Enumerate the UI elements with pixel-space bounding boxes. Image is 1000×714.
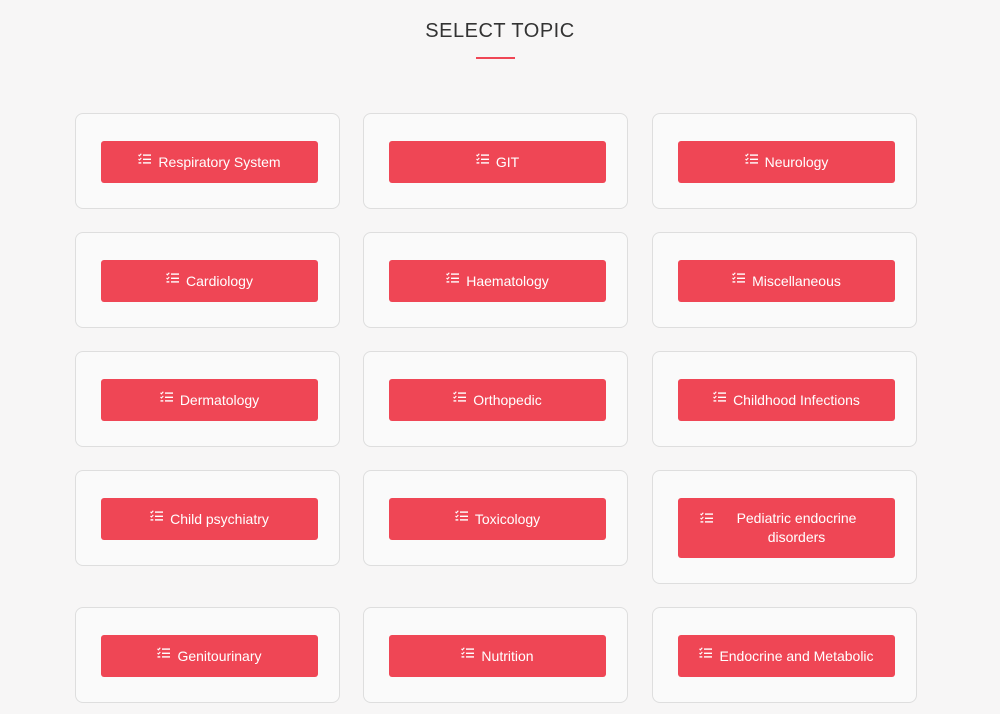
topic-card: Dermatology [75, 351, 340, 447]
topic-button-git[interactable]: GIT [389, 141, 606, 183]
topic-card: Endocrine and Metabolic [652, 607, 917, 703]
topic-card: Pediatric endocrine disorders [652, 470, 917, 584]
topic-card: Genitourinary [75, 607, 340, 703]
topic-card: Neurology [652, 113, 917, 209]
list-check-icon [713, 390, 727, 402]
list-check-icon [744, 152, 758, 164]
topic-button-cardiology[interactable]: Cardiology [101, 260, 318, 302]
topic-label: Endocrine and Metabolic [719, 647, 874, 664]
topic-card: Respiratory System [75, 113, 340, 209]
list-check-icon [699, 646, 713, 658]
topic-button-miscellaneous[interactable]: Miscellaneous [678, 260, 895, 302]
topic-button-neurology[interactable]: Neurology [678, 141, 895, 183]
topic-label: Nutrition [481, 647, 534, 664]
topic-button-orthopedic[interactable]: Orthopedic [389, 379, 606, 421]
topic-button-haematology[interactable]: Haematology [389, 260, 606, 302]
topic-button-endocrine-and-metabolic[interactable]: Endocrine and Metabolic [678, 635, 895, 677]
list-check-icon [454, 509, 468, 521]
topic-card: Miscellaneous [652, 232, 917, 328]
list-check-icon [461, 646, 475, 658]
topic-button-pediatric-endocrine-disorders[interactable]: Pediatric endocrine disorders [678, 498, 895, 558]
topic-label: GIT [495, 153, 520, 170]
topic-button-childhood-infections[interactable]: Childhood Infections [678, 379, 895, 421]
topic-label: Respiratory System [158, 153, 281, 170]
topic-label: Toxicology [474, 510, 541, 527]
list-check-icon [159, 390, 173, 402]
topic-label: Dermatology [179, 391, 260, 408]
topic-button-toxicology[interactable]: Toxicology [389, 498, 606, 540]
topic-button-respiratory-system[interactable]: Respiratory System [101, 141, 318, 183]
list-check-icon [732, 271, 746, 283]
title-underline [476, 57, 515, 59]
topic-label: Neurology [764, 153, 829, 170]
list-check-icon [700, 512, 713, 523]
topic-card: Nutrition [363, 607, 628, 703]
topic-card: Haematology [363, 232, 628, 328]
topic-button-nutrition[interactable]: Nutrition [389, 635, 606, 677]
list-check-icon [453, 390, 467, 402]
topic-card: Childhood Infections [652, 351, 917, 447]
list-check-icon [150, 509, 164, 521]
topic-label: Child psychiatry [170, 510, 269, 527]
topic-card: GIT [363, 113, 628, 209]
list-check-icon [157, 646, 171, 658]
topic-page: SELECT TOPIC Respiratory System GIT Neur… [0, 0, 1000, 714]
topic-button-genitourinary[interactable]: Genitourinary [101, 635, 318, 677]
topic-card: Child psychiatry [75, 470, 340, 566]
list-check-icon [475, 152, 489, 164]
list-check-icon [166, 271, 180, 283]
topic-label: Cardiology [186, 272, 253, 289]
topic-label: Pediatric endocrine disorders [736, 510, 857, 545]
topic-card: Cardiology [75, 232, 340, 328]
topic-label: Haematology [466, 272, 549, 289]
list-check-icon [138, 152, 152, 164]
topic-card: Orthopedic [363, 351, 628, 447]
topic-label: Genitourinary [177, 647, 262, 664]
topic-button-dermatology[interactable]: Dermatology [101, 379, 318, 421]
list-check-icon [446, 271, 460, 283]
page-title: SELECT TOPIC [425, 20, 575, 42]
topic-label: Miscellaneous [752, 272, 841, 289]
topic-label: Orthopedic [473, 391, 542, 408]
topic-label: Childhood Infections [733, 391, 860, 408]
topic-card: Toxicology [363, 470, 628, 566]
topic-button-child-psychiatry[interactable]: Child psychiatry [101, 498, 318, 540]
